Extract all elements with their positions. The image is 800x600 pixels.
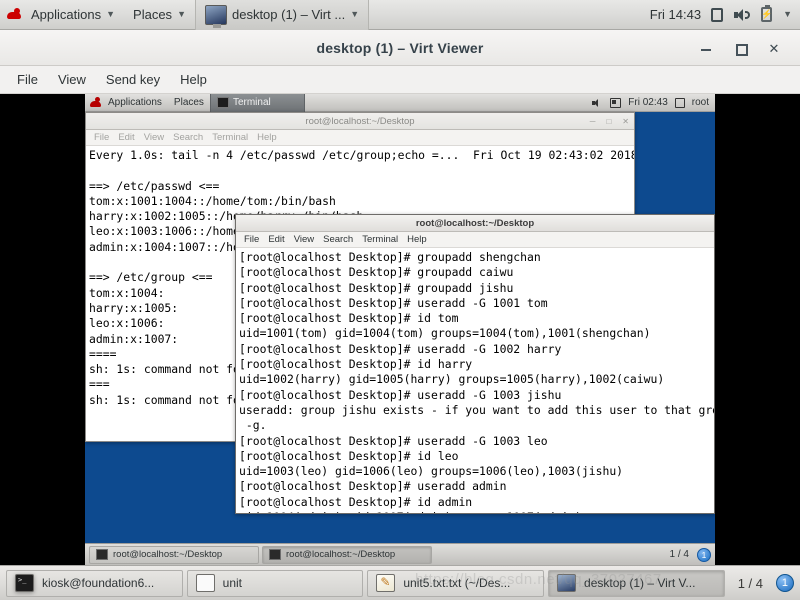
terminal-front-titlebar[interactable]: root@localhost:~/Desktop [236,215,714,232]
menu-send-key[interactable]: Send key [97,69,169,90]
guest-taskbar: root@localhost:~/Desktop root@localhost:… [85,543,715,565]
terminal-front-output[interactable]: [root@localhost Desktop]# groupadd sheng… [236,248,714,513]
guest-clock[interactable]: Fri 02:43 [628,97,667,108]
menu-search[interactable]: Search [319,233,357,246]
guest-task-2[interactable]: root@localhost:~/Desktop [262,545,432,564]
menu-places[interactable]: Places ▼ [124,0,195,30]
terminal-back-titlebar[interactable]: root@localhost:~/Desktop ─ □ ✕ [86,113,634,130]
host-status-icons: ⚡ ▼ [711,5,800,22]
menu-applications[interactable]: Applications ▼ [22,0,124,30]
virt-viewer-window: desktop (1) – Virt Viewer ✕ File View Se… [0,30,800,565]
virt-viewer-titlebar[interactable]: desktop (1) – Virt Viewer ✕ [0,30,800,66]
vm-viewport[interactable]: Applications Places Terminal Fri 02:43 r… [0,94,800,565]
menu-terminal[interactable]: Terminal [358,233,402,246]
host-clock[interactable]: Fri 14:43 [640,7,711,22]
terminal-back-title: root@localhost:~/Desktop [305,115,415,127]
text-editor-icon [376,574,396,592]
redhat-logo-icon [6,7,22,22]
network-icon[interactable] [610,97,622,108]
virt-viewer-title: desktop (1) – Virt Viewer [316,39,484,56]
host-taskbar: kiosk@foundation6... unit unit5.txt.txt … [0,565,800,600]
terminal-icon [96,549,108,560]
chevron-down-icon: ▼ [106,9,116,19]
guest-user-label[interactable]: root [692,97,709,108]
menu-help[interactable]: Help [403,233,431,246]
terminal-back-window-controls: ─ □ ✕ [590,113,629,130]
terminal-front-menubar: File Edit View Search Terminal Help [236,232,714,248]
volume-icon[interactable] [592,98,603,108]
menu-view[interactable]: View [140,131,168,144]
volume-icon[interactable] [734,8,751,22]
host-workspace-pager[interactable]: 1 / 4 [729,576,772,591]
host-task-unit5[interactable]: unit5.txt.txt (~/Des... [367,569,545,597]
display-icon[interactable] [711,7,724,22]
guest-window-button-terminal[interactable]: Terminal [209,94,305,112]
guest-workspace-pager[interactable]: 1 / 4 [670,549,694,560]
menu-terminal[interactable]: Terminal [208,131,252,144]
close-button[interactable]: ✕ [766,40,782,56]
maximize-button[interactable] [732,40,748,56]
battery-icon[interactable]: ⚡ [761,5,772,22]
guest-top-panel: Applications Places Terminal Fri 02:43 r… [85,94,715,112]
terminal-icon [15,574,34,592]
menu-view[interactable]: View [290,233,318,246]
menu-file[interactable]: File [90,131,113,144]
menu-edit[interactable]: Edit [264,233,288,246]
guest-menu-places-label: Places [173,97,204,108]
chevron-down-icon: ▼ [177,9,186,19]
guest-menu-applications[interactable]: Applications [102,94,168,112]
guest-menu-applications-label: Applications [108,97,162,108]
screen-root: Applications ▼ Places ▼ desktop (1) – Vi… [0,0,800,600]
terminal-window-front[interactable]: root@localhost:~/Desktop File Edit View … [235,214,715,514]
menu-view[interactable]: View [49,69,95,90]
host-task-unit5-label: unit5.txt.txt (~/Des... [403,576,511,590]
host-task-unit[interactable]: unit [186,569,364,597]
host-workspace-badge[interactable]: 1 [775,574,794,592]
host-task-unit-label: unit [222,576,243,590]
terminal-icon [269,549,281,560]
close-button[interactable]: ✕ [622,117,629,126]
menu-file[interactable]: File [240,233,263,246]
guest-desktop[interactable]: Applications Places Terminal Fri 02:43 r… [85,94,715,565]
minimize-button[interactable] [698,40,714,56]
guest-workspace-badge[interactable]: 1 [697,547,711,562]
menu-help[interactable]: Help [171,69,216,90]
chevron-down-icon[interactable]: ▼ [783,10,792,19]
virt-viewer-menubar: File View Send key Help [0,66,800,94]
terminal-back-menubar: File Edit View Search Terminal Help [86,130,634,146]
minimize-button[interactable]: ─ [590,117,596,126]
guest-status-area: Fri 02:43 root [592,97,715,108]
user-icon [674,97,685,108]
maximize-button[interactable]: □ [606,117,611,126]
redhat-logo-icon [89,96,102,109]
menu-help[interactable]: Help [253,131,281,144]
menu-places-label: Places [133,7,173,22]
terminal-icon [216,97,229,108]
guest-task-2-label: root@localhost:~/Desktop [286,549,396,560]
menu-search[interactable]: Search [169,131,207,144]
host-task-kiosk[interactable]: kiosk@foundation6... [6,569,183,597]
host-window-menu-label: desktop (1) – Virt ... [231,7,346,22]
menu-edit[interactable]: Edit [114,131,138,144]
host-task-kiosk-label: kiosk@foundation6... [42,576,155,590]
virt-viewer-window-controls: ✕ [698,30,792,66]
chevron-down-icon: ▼ [350,9,360,19]
host-window-menu[interactable]: desktop (1) – Virt ... ▼ [194,0,370,30]
virt-viewer-icon [557,574,577,592]
guest-task-1-label: root@localhost:~/Desktop [113,549,223,560]
guest-task-1[interactable]: root@localhost:~/Desktop [89,545,259,564]
document-icon [195,574,215,592]
terminal-front-title: root@localhost:~/Desktop [415,217,535,229]
menu-applications-label: Applications [31,7,102,22]
host-task-virt-viewer-label: desktop (1) – Virt V... [584,576,696,590]
menu-file[interactable]: File [8,69,47,90]
guest-menu-places[interactable]: Places [168,94,210,112]
host-task-virt-viewer[interactable]: desktop (1) – Virt V... [548,569,725,597]
host-top-panel: Applications ▼ Places ▼ desktop (1) – Vi… [0,0,800,30]
virt-viewer-icon [204,4,227,28]
guest-window-button-label: Terminal [232,97,271,108]
